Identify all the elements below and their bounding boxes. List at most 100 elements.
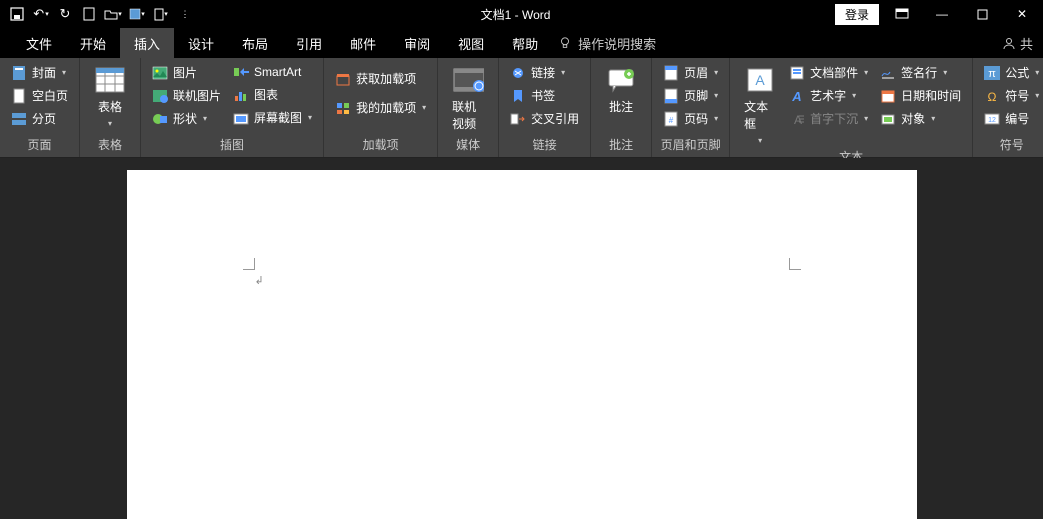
tab-review[interactable]: 审阅 — [390, 28, 444, 59]
group-illustrations-label: 插图 — [149, 133, 315, 157]
tab-mailings[interactable]: 邮件 — [336, 28, 390, 59]
number-button[interactable]: 12编号 — [981, 108, 1042, 129]
footer-button[interactable]: 页脚▾ — [660, 85, 721, 106]
my-addins-button[interactable]: 我的加载项▾ — [332, 97, 429, 118]
login-button[interactable]: 登录 — [835, 4, 879, 25]
page-number-button[interactable]: #页码▾ — [660, 108, 721, 129]
group-addins-label: 加载项 — [332, 133, 429, 157]
tab-references[interactable]: 引用 — [282, 28, 336, 59]
text-box-button[interactable]: A 文本框▾ — [738, 62, 782, 145]
chart-button[interactable]: 图表 — [230, 84, 315, 105]
share-label: 共 — [1020, 34, 1033, 53]
quick-access-toolbar: ↶▾ ↻ ▾ ▾ ▾ ⋮ — [0, 3, 196, 25]
group-symbols: π公式▾ Ω符号▾ 12编号 符号 — [973, 58, 1043, 157]
tell-me-label: 操作说明搜索 — [578, 34, 656, 53]
title-bar-right: 登录 — ✕ — [835, 3, 1043, 25]
ribbon-display-options[interactable] — [885, 3, 919, 25]
margin-mark-top-left — [243, 258, 255, 270]
header-button[interactable]: 页眉▾ — [660, 62, 721, 83]
quick-parts-icon — [789, 65, 805, 81]
group-pages: 封面▾ 空白页 分页 页面 — [0, 58, 80, 157]
cover-page-button[interactable]: 封面▾ — [8, 62, 71, 83]
qat-button-1[interactable]: ▾ — [126, 3, 148, 25]
redo-button[interactable]: ↻ — [54, 3, 76, 25]
table-button[interactable]: 表格▾ — [88, 62, 132, 128]
tab-help[interactable]: 帮助 — [498, 28, 552, 59]
online-pictures-icon — [152, 88, 168, 104]
tab-design[interactable]: 设计 — [174, 28, 228, 59]
document-canvas[interactable]: ↲ — [0, 158, 1043, 519]
equation-button[interactable]: π公式▾ — [981, 62, 1042, 83]
person-icon — [1002, 36, 1016, 50]
undo-button[interactable]: ↶▾ — [30, 3, 52, 25]
get-addins-button[interactable]: 获取加载项 — [332, 68, 429, 89]
group-addins: 获取加载项 我的加载项▾ 加载项 — [324, 58, 438, 157]
table-icon — [94, 66, 126, 94]
group-comments-label: 批注 — [599, 133, 643, 157]
screenshot-button[interactable]: 屏幕截图▾ — [230, 107, 315, 128]
pictures-icon — [152, 65, 168, 81]
object-icon — [880, 111, 896, 127]
link-button[interactable]: 链接▾ — [507, 62, 582, 83]
blank-page-button[interactable]: 空白页 — [8, 85, 71, 106]
group-tables-label: 表格 — [88, 133, 132, 157]
signature-line-button[interactable]: 签名行▾ — [877, 62, 964, 83]
group-header-footer: 页眉▾ 页脚▾ #页码▾ 页眉和页脚 — [652, 58, 730, 157]
quick-parts-button[interactable]: 文档部件▾ — [786, 62, 871, 83]
pictures-button[interactable]: 图片 — [149, 62, 224, 83]
online-video-button[interactable]: 联机视频 — [446, 62, 490, 132]
group-media-label: 媒体 — [446, 133, 490, 157]
symbol-button[interactable]: Ω符号▾ — [981, 85, 1042, 106]
tell-me-search[interactable]: 操作说明搜索 — [552, 34, 656, 53]
page-break-icon — [11, 111, 27, 127]
group-comments: 批注 批注 — [591, 58, 652, 157]
group-symbols-label: 符号 — [981, 133, 1042, 157]
comment-icon — [605, 66, 637, 94]
bookmark-icon — [510, 88, 526, 104]
page-1[interactable]: ↲ — [127, 170, 917, 519]
doc-name: 文档1 — [481, 8, 512, 22]
new-doc-button[interactable] — [78, 3, 100, 25]
drop-cap-button: A首字下沉▾ — [786, 108, 871, 129]
smartart-button[interactable]: SmartArt — [230, 62, 315, 82]
tab-view[interactable]: 视图 — [444, 28, 498, 59]
app-name: Word — [522, 8, 550, 22]
minimize-button[interactable]: — — [925, 3, 959, 25]
tab-insert[interactable]: 插入 — [120, 28, 174, 59]
group-media: 联机视频 媒体 — [438, 58, 499, 157]
cover-page-icon — [11, 65, 27, 81]
link-icon — [510, 65, 526, 81]
qat-customize[interactable]: ⋮ — [174, 3, 196, 25]
shapes-button[interactable]: 形状▾ — [149, 108, 224, 129]
crossref-button[interactable]: 交叉引用 — [507, 108, 582, 129]
share-button[interactable]: 共 — [1002, 34, 1043, 53]
group-tables: 表格▾ 表格 — [80, 58, 141, 157]
svg-text:A: A — [791, 89, 801, 103]
bookmark-button[interactable]: 书签 — [507, 85, 582, 106]
maximize-button[interactable] — [965, 3, 999, 25]
ribbon-tabs: 文件 开始 插入 设计 布局 引用 邮件 审阅 视图 帮助 操作说明搜索 共 — [0, 28, 1043, 58]
text-box-icon: A — [744, 66, 776, 94]
group-links-label: 链接 — [507, 133, 582, 157]
qat-button-2[interactable]: ▾ — [150, 3, 172, 25]
close-button[interactable]: ✕ — [1005, 3, 1039, 25]
group-hf-label: 页眉和页脚 — [660, 133, 721, 157]
footer-icon — [663, 88, 679, 104]
date-time-button[interactable]: 日期和时间 — [877, 85, 964, 106]
page-break-button[interactable]: 分页 — [8, 108, 71, 129]
symbol-icon: Ω — [984, 88, 1000, 104]
wordart-button[interactable]: A艺术字▾ — [786, 85, 871, 106]
paragraph-mark: ↲ — [255, 274, 264, 287]
save-button[interactable] — [6, 3, 28, 25]
open-button[interactable]: ▾ — [102, 3, 124, 25]
window-title: 文档1 - Word — [196, 6, 835, 23]
object-button[interactable]: 对象▾ — [877, 108, 964, 129]
tab-home[interactable]: 开始 — [66, 28, 120, 59]
online-pictures-button[interactable]: 联机图片 — [149, 85, 224, 106]
ribbon: 封面▾ 空白页 分页 页面 表格▾ 表格 图片 联机图片 形状▾ SmartAr… — [0, 58, 1043, 158]
tab-file[interactable]: 文件 — [12, 28, 66, 59]
title-bar: ↶▾ ↻ ▾ ▾ ▾ ⋮ 文档1 - Word 登录 — ✕ — [0, 0, 1043, 28]
tab-layout[interactable]: 布局 — [228, 28, 282, 59]
number-icon: 12 — [984, 111, 1000, 127]
comment-button[interactable]: 批注 — [599, 62, 643, 115]
